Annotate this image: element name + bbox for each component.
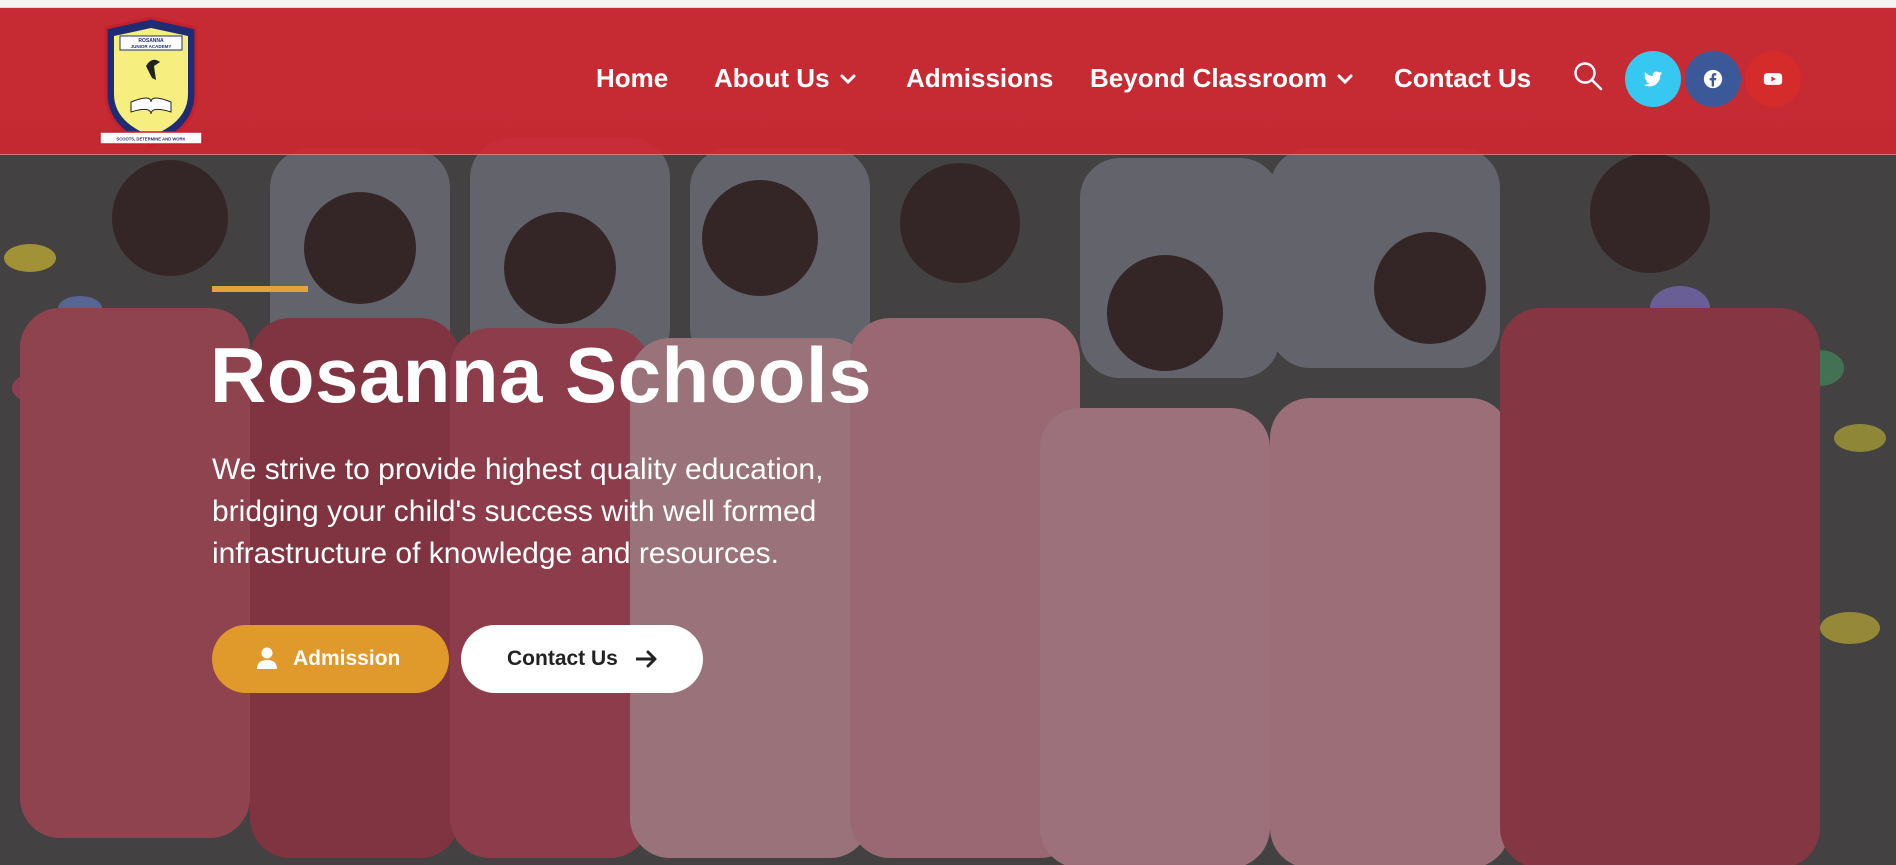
crest-logo[interactable]: ROSANNA JUNIOR ACADEMY SCOOTS, DETERMINE… <box>96 14 206 150</box>
chevron-down-icon <box>840 74 856 85</box>
nav-contact-us[interactable]: Contact Us <box>1394 60 1531 96</box>
nav-admissions-label: Admissions <box>906 63 1054 93</box>
nav-home[interactable]: Home <box>596 60 668 96</box>
facebook-icon <box>1703 69 1723 89</box>
nav-contact-us-label: Contact Us <box>1394 63 1532 93</box>
admission-button-label: Admission <box>293 647 401 670</box>
hero-subtitle: We strive to provide highest quality edu… <box>212 453 824 570</box>
user-icon <box>257 647 277 669</box>
youtube-icon <box>1763 73 1783 85</box>
search-icon[interactable] <box>1572 60 1604 92</box>
chevron-down-icon <box>1337 74 1353 85</box>
arrow-right-icon <box>636 650 657 668</box>
nav-about-us-label: About Us <box>714 63 830 93</box>
svg-text:SCOOTS, DETERMINE AND WORK: SCOOTS, DETERMINE AND WORK <box>116 137 185 142</box>
browser-top-edge <box>0 0 1896 8</box>
nav-beyond-classroom[interactable]: Beyond Classroom <box>1090 60 1355 96</box>
svg-text:JUNIOR ACADEMY: JUNIOR ACADEMY <box>131 44 172 49</box>
youtube-button[interactable] <box>1745 51 1801 107</box>
nav-about-us[interactable]: About Us <box>714 60 858 96</box>
nav-admissions[interactable]: Admissions <box>906 60 1053 96</box>
admission-button[interactable]: Admission <box>212 625 449 693</box>
hero-title: Rosanna Schools <box>210 331 872 419</box>
nav-home-label: Home <box>596 63 669 93</box>
nav-beyond-classroom-label: Beyond Classroom <box>1090 63 1327 93</box>
facebook-button[interactable] <box>1685 51 1741 107</box>
twitter-button[interactable] <box>1625 51 1681 107</box>
contact-us-button[interactable]: Contact Us <box>461 625 703 693</box>
twitter-icon <box>1643 71 1663 87</box>
contact-us-button-label: Contact Us <box>507 647 618 670</box>
title-accent-line <box>212 286 308 292</box>
site-header: ROSANNA JUNIOR ACADEMY SCOOTS, DETERMINE… <box>0 8 1896 155</box>
